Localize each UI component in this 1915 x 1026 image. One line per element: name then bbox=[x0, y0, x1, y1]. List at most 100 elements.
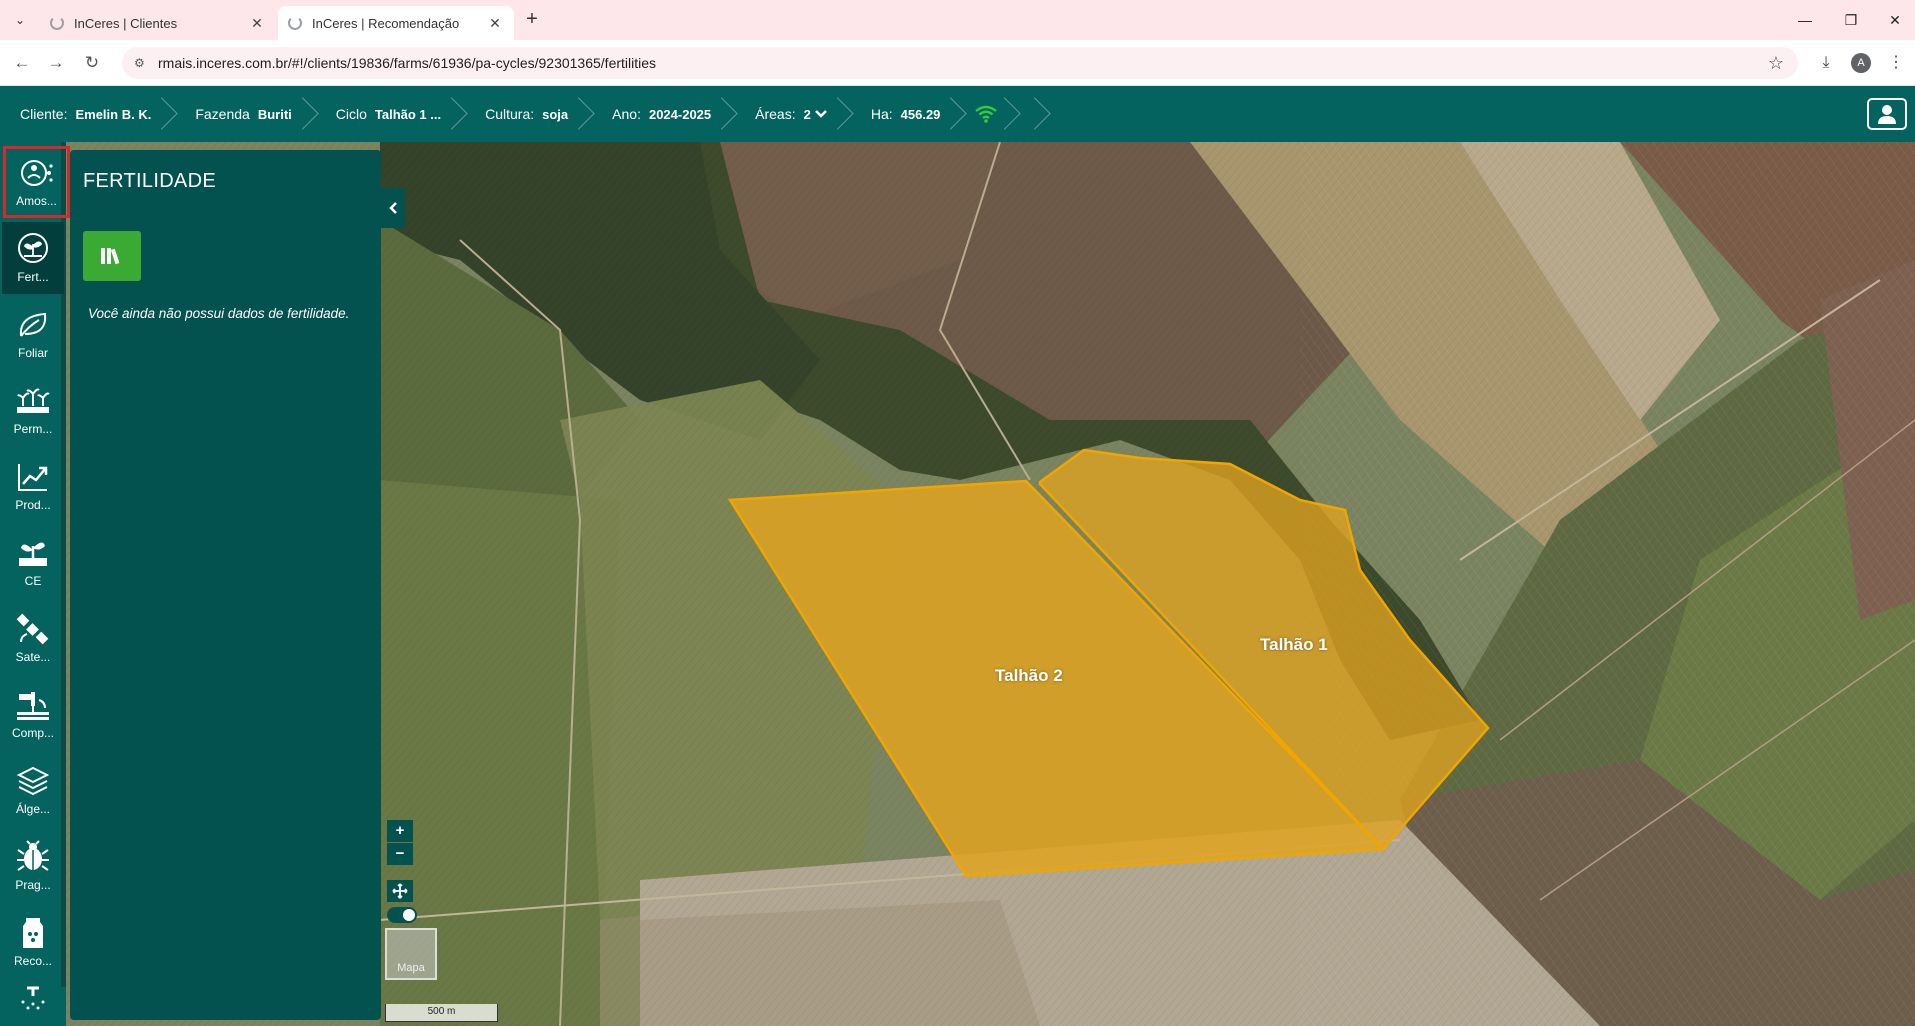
app-header: Cliente: Emelin B. K. Fazenda Buriti Cic… bbox=[0, 86, 1915, 142]
wifi-icon bbox=[975, 105, 998, 123]
sidebar-item-label: Prod... bbox=[15, 498, 51, 512]
move-arrows-icon bbox=[392, 883, 408, 899]
url-text: rmais.inceres.com.br/#!/clients/19836/fa… bbox=[158, 55, 657, 71]
crumb-value: 456.29 bbox=[900, 106, 941, 122]
sidebar-item-more[interactable] bbox=[2, 982, 64, 1026]
sidebar-item-recomendacao[interactable]: Reco... bbox=[2, 906, 64, 978]
toggle-knob bbox=[403, 909, 415, 921]
more-menu-icon[interactable]: ⋮ bbox=[1884, 51, 1908, 75]
sidebar-item-label: CE bbox=[24, 574, 42, 588]
download-icon[interactable]: ⤓ bbox=[1814, 51, 1838, 75]
pan-button[interactable] bbox=[387, 880, 413, 902]
zoom-in-button[interactable]: + bbox=[387, 820, 413, 842]
browser-tab-recomendacao[interactable]: InCeres | Recomendação ✕ bbox=[278, 6, 514, 40]
sidebar-item-label: Comp... bbox=[11, 726, 54, 740]
close-window-button[interactable]: ✕ bbox=[1872, 6, 1915, 34]
sidebar-item-ce[interactable]: CE bbox=[2, 526, 64, 598]
sidebar-item-compactacao[interactable]: Comp... bbox=[2, 678, 64, 750]
chevron-left-icon bbox=[389, 202, 397, 214]
leaf-icon bbox=[19, 312, 47, 337]
reload-button[interactable]: ↻ bbox=[80, 51, 104, 75]
books-icon bbox=[101, 248, 120, 265]
crumb-value: Emelin B. K. bbox=[75, 106, 152, 122]
map-scale-bar: 500 m bbox=[385, 1004, 498, 1022]
url-input[interactable]: ⚙ rmais.inceres.com.br/#!/clients/19836/… bbox=[122, 47, 1798, 79]
crumb-value: Talhão 1 ... bbox=[374, 106, 442, 122]
site-info-icon[interactable]: ⚙ bbox=[134, 56, 148, 70]
crumb-ciclo[interactable]: Ciclo Talhão 1 ... bbox=[316, 86, 465, 142]
panel-title: FERTILIDADE bbox=[83, 170, 216, 192]
sidebar-item-foliar[interactable]: Foliar bbox=[2, 298, 64, 370]
sidebar-item-label: Fert... bbox=[17, 270, 49, 284]
sidebar-item-amostragem[interactable]: Amos... bbox=[3, 146, 70, 218]
address-bar-row: ← → ↻ ⚙ rmais.inceres.com.br/#!/clients/… bbox=[0, 40, 1915, 86]
minimize-button[interactable]: — bbox=[1782, 6, 1828, 34]
bug-icon bbox=[17, 840, 49, 871]
loading-icon bbox=[50, 16, 64, 30]
collapse-panel-button[interactable] bbox=[381, 188, 405, 228]
crumb-value: Buriti bbox=[257, 106, 292, 122]
sprayer-icon bbox=[21, 986, 45, 1010]
layers-icon bbox=[16, 766, 50, 796]
field-label-talhao-1: Talhão 1 bbox=[1260, 635, 1328, 654]
layer-toggle[interactable] bbox=[387, 907, 417, 923]
crumb-ha: Ha: 456.29 bbox=[851, 86, 965, 142]
fertility-library-button[interactable] bbox=[83, 231, 141, 281]
sidebar-item-label: Foliar bbox=[17, 346, 48, 360]
bag-icon bbox=[23, 918, 43, 948]
close-tab-icon[interactable]: ✕ bbox=[248, 15, 266, 32]
sidebar-item-label: Prag... bbox=[15, 878, 51, 892]
sidebar-item-pragas[interactable]: Prag... bbox=[2, 830, 64, 902]
browser-tab-clientes[interactable]: InCeres | Clientes ✕ bbox=[40, 6, 276, 40]
basemap-switcher[interactable]: Mapa bbox=[385, 928, 437, 980]
sidebar-item-algebra[interactable]: Álge... bbox=[2, 754, 64, 826]
profile-avatar[interactable]: A bbox=[1851, 53, 1871, 73]
crumb-value: soja bbox=[542, 106, 569, 122]
sidebar-item-label: Sate... bbox=[15, 650, 51, 664]
crumb-ano[interactable]: Ano: 2024-2025 bbox=[592, 86, 735, 142]
basemap-label: Mapa bbox=[397, 962, 425, 974]
crumb-label: Ciclo bbox=[335, 106, 367, 122]
crumb-label: Fazenda bbox=[195, 106, 250, 122]
chart-up-icon bbox=[18, 464, 48, 491]
new-tab-button[interactable]: + bbox=[520, 8, 544, 32]
tab-search-chevron-icon[interactable]: ⌄ bbox=[8, 8, 32, 32]
zoom-out-button[interactable]: − bbox=[387, 843, 413, 865]
crumb-value: 2 bbox=[803, 106, 811, 122]
crumb-label: Ha: bbox=[870, 106, 893, 122]
fertility-panel: FERTILIDADE Você ainda não possui dados … bbox=[70, 150, 381, 1020]
user-menu-button[interactable] bbox=[1867, 98, 1907, 130]
sidebar-item-produtividade[interactable]: Prod... bbox=[2, 450, 64, 522]
crumb-label: Áreas: bbox=[755, 106, 796, 122]
sidebar-item-label: Álge... bbox=[15, 802, 51, 816]
fertility-icon bbox=[18, 233, 48, 263]
crumb-label: Cultura: bbox=[485, 106, 535, 122]
crumb-label: Cliente: bbox=[20, 106, 68, 122]
sidebar-item-satelite[interactable]: Sate... bbox=[2, 602, 64, 674]
tab-title: InCeres | Clientes bbox=[74, 15, 178, 31]
sidebar-item-fertilidade[interactable]: Fert... bbox=[2, 222, 64, 294]
compaction-icon bbox=[17, 692, 49, 720]
close-tab-icon[interactable]: ✕ bbox=[486, 15, 504, 32]
seedling-icon bbox=[19, 542, 47, 566]
restore-button[interactable]: ❐ bbox=[1828, 6, 1874, 34]
crumb-label: Ano: bbox=[612, 106, 641, 122]
forward-button[interactable]: → bbox=[44, 51, 68, 75]
crumb-areas[interactable]: Áreas: 2 bbox=[735, 86, 851, 142]
bookmark-star-icon[interactable]: ☆ bbox=[1768, 53, 1784, 74]
satellite-icon bbox=[16, 613, 49, 645]
crumb-value: 2024-2025 bbox=[648, 106, 712, 122]
loading-icon bbox=[288, 16, 302, 30]
empty-state-message: Você ainda não possui dados de fertilida… bbox=[88, 306, 350, 321]
crumb-cliente[interactable]: Cliente: Emelin B. K. bbox=[0, 86, 175, 142]
field-label-talhao-2: Talhão 2 bbox=[995, 666, 1063, 685]
crumb-end bbox=[1018, 86, 1048, 142]
sidebar-item-label: Perm... bbox=[13, 422, 53, 436]
sidebar-item-permanentes[interactable]: Perm... bbox=[2, 374, 64, 446]
chevron-down-icon[interactable] bbox=[814, 109, 827, 119]
back-button[interactable]: ← bbox=[10, 51, 34, 75]
crumb-cultura[interactable]: Cultura: soja bbox=[465, 86, 592, 142]
user-icon bbox=[1878, 105, 1896, 124]
sidebar-item-label: Amos... bbox=[16, 194, 57, 208]
crumb-fazenda[interactable]: Fazenda Buriti bbox=[175, 86, 315, 142]
